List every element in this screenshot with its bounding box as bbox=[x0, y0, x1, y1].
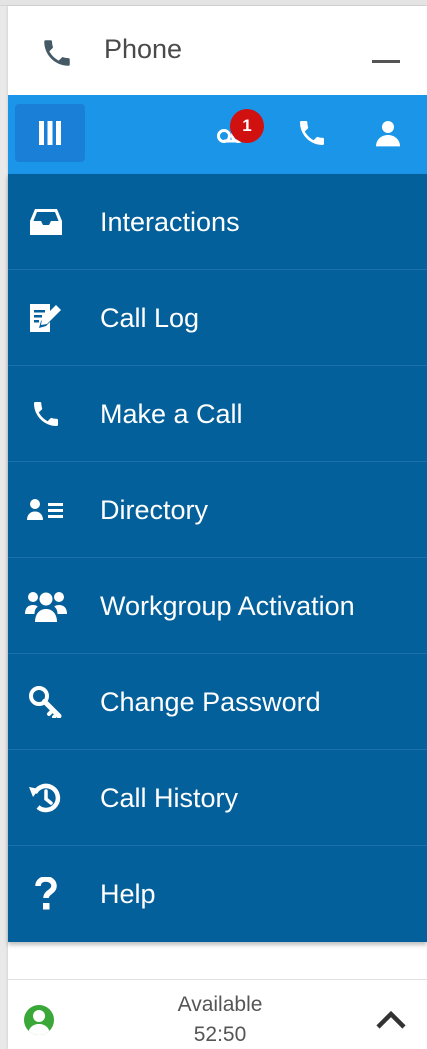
status-info[interactable]: Available 52:50 bbox=[120, 990, 320, 1049]
panel-header: Phone bbox=[8, 6, 427, 95]
phone-icon[interactable] bbox=[296, 117, 328, 149]
phone-icon bbox=[24, 394, 68, 434]
menu-item-change-password[interactable]: Change Password bbox=[8, 654, 427, 750]
menu-item-make-a-call[interactable]: Make a Call bbox=[8, 366, 427, 462]
phone-panel: Phone 1 Interactions Call Log Make a Cal… bbox=[8, 6, 427, 1049]
status-timer: 52:50 bbox=[193, 1023, 247, 1046]
menu-item-call-history[interactable]: Call History bbox=[8, 750, 427, 846]
menu-item-label: Call Log bbox=[100, 303, 200, 333]
users-group-icon bbox=[24, 586, 68, 626]
menu-item-workgroup-activation[interactable]: Workgroup Activation bbox=[8, 558, 427, 654]
menu-item-label: Call History bbox=[100, 783, 239, 813]
navigation-menu: Interactions Call Log Make a Call Direct… bbox=[8, 174, 427, 942]
phone-icon bbox=[44, 40, 70, 66]
contact-list-icon bbox=[24, 490, 68, 530]
available-status-icon[interactable] bbox=[24, 1005, 54, 1035]
menu-bars-icon bbox=[39, 121, 61, 145]
question-icon bbox=[24, 874, 68, 914]
status-bar: Available 52:50 bbox=[8, 979, 427, 1049]
menu-item-help[interactable]: Help bbox=[8, 846, 427, 942]
edit-document-icon bbox=[24, 298, 68, 338]
menu-item-directory[interactable]: Directory bbox=[8, 462, 427, 558]
minimize-button[interactable] bbox=[370, 34, 404, 68]
menu-item-call-log[interactable]: Call Log bbox=[8, 270, 427, 366]
inbox-icon bbox=[24, 202, 68, 242]
menu-item-label: Directory bbox=[100, 495, 209, 525]
menu-item-label: Help bbox=[100, 879, 156, 909]
key-icon bbox=[24, 682, 68, 722]
panel-title: Phone bbox=[104, 34, 183, 64]
status-label: Available bbox=[177, 993, 263, 1016]
notification-badge[interactable]: 1 bbox=[230, 109, 264, 143]
toolbar: 1 bbox=[8, 95, 427, 174]
menu-item-label: Workgroup Activation bbox=[100, 591, 355, 621]
menu-item-label: Make a Call bbox=[100, 399, 243, 429]
user-icon[interactable] bbox=[372, 117, 404, 149]
chevron-up-icon[interactable] bbox=[374, 1005, 408, 1035]
history-icon bbox=[24, 778, 68, 818]
menu-item-label: Change Password bbox=[100, 687, 321, 717]
menu-item-interactions[interactable]: Interactions bbox=[8, 174, 427, 270]
menu-item-label: Interactions bbox=[100, 207, 240, 237]
menu-toggle-button[interactable] bbox=[15, 104, 85, 162]
